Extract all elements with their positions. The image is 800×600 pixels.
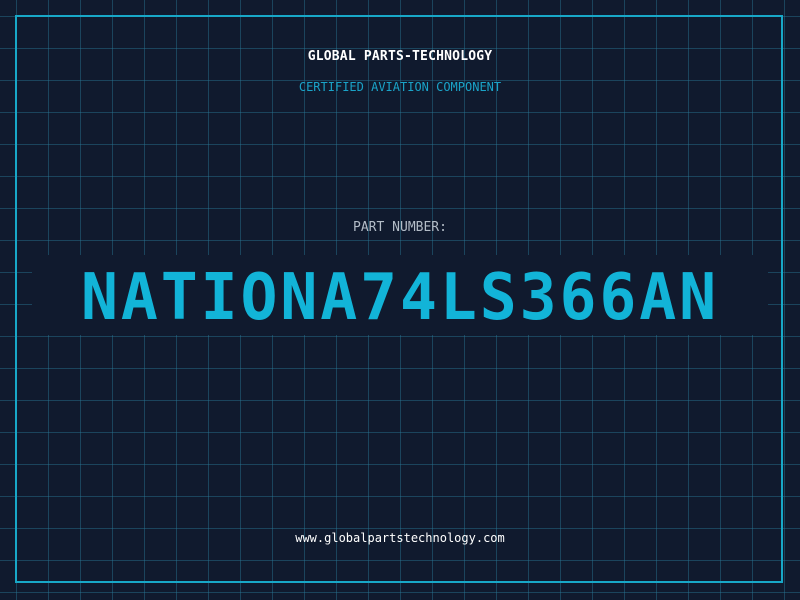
certification-tagline: CERTIFIED AVIATION COMPONENT bbox=[298, 80, 502, 94]
part-number-value: NATIONA74LS366AN bbox=[81, 261, 719, 335]
website-url[interactable]: www.globalpartstechnology.com bbox=[0, 531, 800, 545]
label-card: GLOBAL PARTS-TECHNOLOGY CERTIFIED AVIATI… bbox=[0, 0, 800, 600]
part-number-label: PART NUMBER: bbox=[353, 220, 447, 235]
company-name: GLOBAL PARTS-TECHNOLOGY bbox=[307, 49, 493, 64]
